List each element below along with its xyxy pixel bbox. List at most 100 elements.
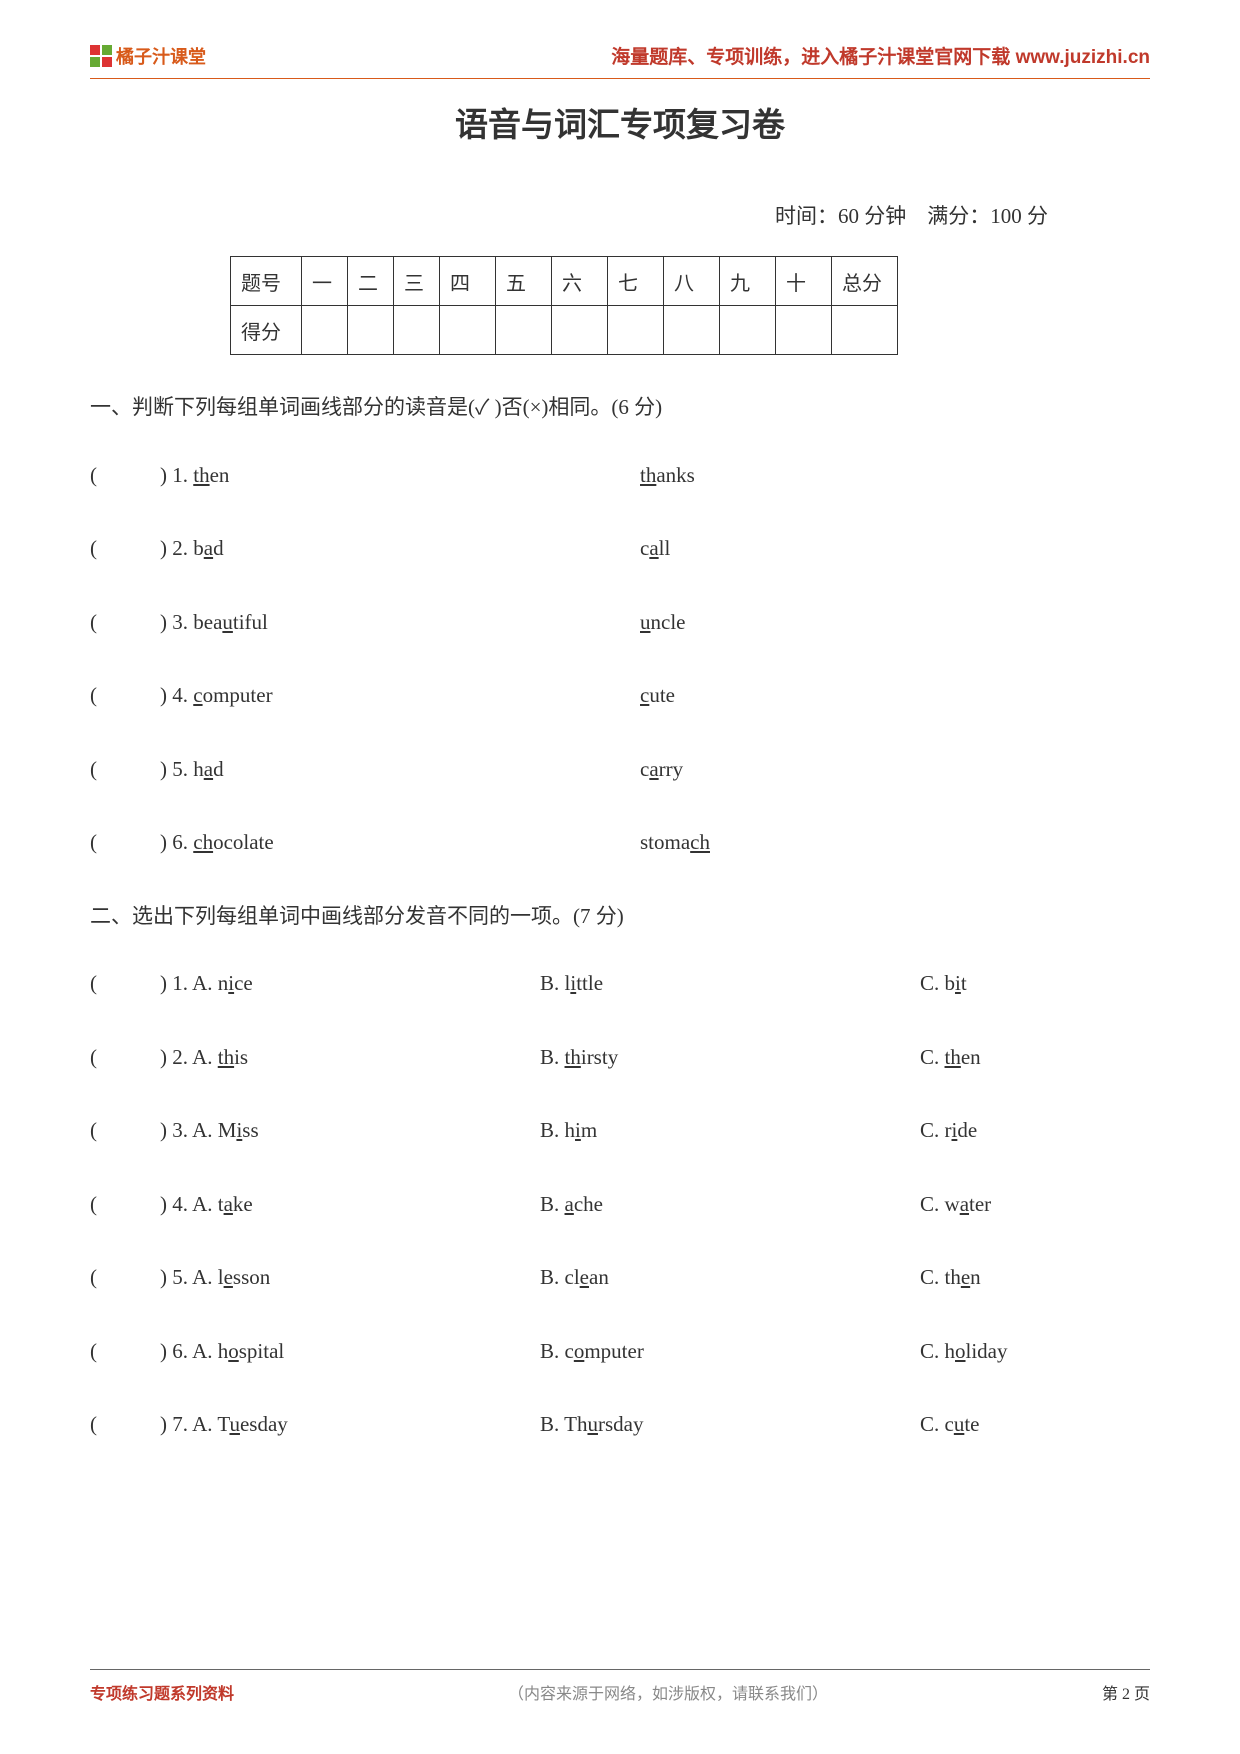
option-b: B. him xyxy=(540,1115,920,1147)
option-c: C. bit xyxy=(920,968,1150,1000)
table-header-cell: 一 xyxy=(302,257,348,306)
option-c: C. ride xyxy=(920,1115,1150,1147)
word-left: ) 4. computer xyxy=(160,680,640,712)
answer-bracket: ( xyxy=(90,1189,160,1221)
content-area: 一、判断下列每组单词画线部分的读音是(✓ )否(×)相同。(6 分) ( ) 1… xyxy=(90,392,1150,1483)
answer-bracket: ( xyxy=(90,968,160,1000)
section1-item: ( ) 2. badcall xyxy=(90,533,1150,565)
table-header-cell: 八 xyxy=(664,257,720,306)
header-divider xyxy=(90,78,1150,79)
option-c: C. then xyxy=(920,1262,1150,1294)
option-a: ) 5. A. lesson xyxy=(160,1262,540,1294)
option-a: ) 2. A. this xyxy=(160,1042,540,1074)
section1-item: ( ) 4. computercute xyxy=(90,680,1150,712)
answer-bracket: ( xyxy=(90,1042,160,1074)
option-b: B. Thursday xyxy=(540,1409,920,1441)
option-b: B. ache xyxy=(540,1189,920,1221)
table-header-cell: 题号 xyxy=(231,257,302,306)
header-link-text: 海量题库、专项训练，进入橘子汁课堂官网下载 www.juzizhi.cn xyxy=(611,42,1150,69)
option-b: B. little xyxy=(540,968,920,1000)
section2-item: ( ) 3. A. MissB. himC. ride xyxy=(90,1115,1150,1147)
answer-bracket: ( xyxy=(90,1262,160,1294)
word-left: ) 1. then xyxy=(160,460,640,492)
section2-item: ( ) 1. A. niceB. littleC. bit xyxy=(90,968,1150,1000)
table-score-cell xyxy=(608,306,664,355)
table-score-cell xyxy=(776,306,832,355)
option-a: ) 3. A. Miss xyxy=(160,1115,540,1147)
option-a: ) 4. A. take xyxy=(160,1189,540,1221)
page-header: 橘子汁课堂 海量题库、专项训练，进入橘子汁课堂官网下载 www.juzizhi.… xyxy=(90,42,1150,69)
table-score-cell xyxy=(440,306,496,355)
option-b: B. computer xyxy=(540,1336,920,1368)
logo-icon xyxy=(90,45,112,67)
section2-item: ( ) 2. A. thisB. thirstyC. then xyxy=(90,1042,1150,1074)
section-2-title: 二、选出下列每组单词中画线部分发音不同的一项。(7 分) xyxy=(90,901,1150,933)
table-score-cell xyxy=(832,306,898,355)
word-left: ) 2. bad xyxy=(160,533,640,565)
answer-bracket: ( xyxy=(90,1115,160,1147)
option-c: C. then xyxy=(920,1042,1150,1074)
table-score-cell xyxy=(552,306,608,355)
answer-bracket: ( xyxy=(90,1409,160,1441)
section1-item: ( ) 3. beautifuluncle xyxy=(90,607,1150,639)
section1-item: ( ) 5. hadcarry xyxy=(90,754,1150,786)
page-footer: 专项练习题系列资料 （内容来源于网络，如涉版权，请联系我们） 第 2 页 xyxy=(90,1669,1150,1704)
answer-bracket: ( xyxy=(90,533,160,565)
answer-bracket: ( xyxy=(90,680,160,712)
section2-item: ( ) 4. A. takeB. acheC. water xyxy=(90,1189,1150,1221)
word-left: ) 3. beautiful xyxy=(160,607,640,639)
table-score-cell xyxy=(664,306,720,355)
word-left: ) 6. chocolate xyxy=(160,827,640,859)
table-score-cell xyxy=(302,306,348,355)
answer-bracket: ( xyxy=(90,460,160,492)
word-right: stomach xyxy=(640,827,1150,859)
answer-bracket: ( xyxy=(90,607,160,639)
footer-page-number: 第 2 页 xyxy=(1102,1680,1150,1704)
table-header-cell: 十 xyxy=(776,257,832,306)
word-right: cute xyxy=(640,680,1150,712)
section2-item: ( ) 7. A. TuesdayB. ThursdayC. cute xyxy=(90,1409,1150,1441)
option-b: B. thirsty xyxy=(540,1042,920,1074)
option-c: C. cute xyxy=(920,1409,1150,1441)
page-title: 语音与词汇专项复习卷 xyxy=(0,98,1240,146)
word-right: thanks xyxy=(640,460,1150,492)
table-header-cell: 五 xyxy=(496,257,552,306)
footer-mid: （内容来源于网络，如涉版权，请联系我们） xyxy=(508,1680,828,1704)
footer-divider xyxy=(90,1669,1150,1670)
table-header-cell: 七 xyxy=(608,257,664,306)
table-header-cell: 九 xyxy=(720,257,776,306)
section1-item: ( ) 6. chocolatestomach xyxy=(90,827,1150,859)
section1-item: ( ) 1. thenthanks xyxy=(90,460,1150,492)
table-score-cell xyxy=(720,306,776,355)
option-a: ) 1. A. nice xyxy=(160,968,540,1000)
section2-item: ( ) 6. A. hospitalB. computerC. holiday xyxy=(90,1336,1150,1368)
section2-item: ( ) 5. A. lessonB. cleanC. then xyxy=(90,1262,1150,1294)
table-score-cell: 得分 xyxy=(231,306,302,355)
answer-bracket: ( xyxy=(90,827,160,859)
table-score-cell xyxy=(348,306,394,355)
option-c: C. water xyxy=(920,1189,1150,1221)
table-score-cell xyxy=(394,306,440,355)
footer-left: 专项练习题系列资料 xyxy=(90,1680,234,1704)
table-header-cell: 二 xyxy=(348,257,394,306)
table-header-cell: 四 xyxy=(440,257,496,306)
logo-text: 橘子汁课堂 xyxy=(116,43,206,69)
table-header-cell: 六 xyxy=(552,257,608,306)
option-a: ) 7. A. Tuesday xyxy=(160,1409,540,1441)
answer-bracket: ( xyxy=(90,1336,160,1368)
score-table: 题号一二三四五六七八九十总分 得分 xyxy=(230,256,898,355)
option-b: B. clean xyxy=(540,1262,920,1294)
table-score-cell xyxy=(496,306,552,355)
logo: 橘子汁课堂 xyxy=(90,43,206,69)
word-right: call xyxy=(640,533,1150,565)
word-left: ) 5. had xyxy=(160,754,640,786)
word-right: uncle xyxy=(640,607,1150,639)
word-right: carry xyxy=(640,754,1150,786)
answer-bracket: ( xyxy=(90,754,160,786)
option-a: ) 6. A. hospital xyxy=(160,1336,540,1368)
option-c: C. holiday xyxy=(920,1336,1150,1368)
table-header-cell: 三 xyxy=(394,257,440,306)
table-header-cell: 总分 xyxy=(832,257,898,306)
time-fullscore: 时间：60 分钟 满分：100 分 xyxy=(775,200,1048,230)
section-1-title: 一、判断下列每组单词画线部分的读音是(✓ )否(×)相同。(6 分) xyxy=(90,392,1150,424)
